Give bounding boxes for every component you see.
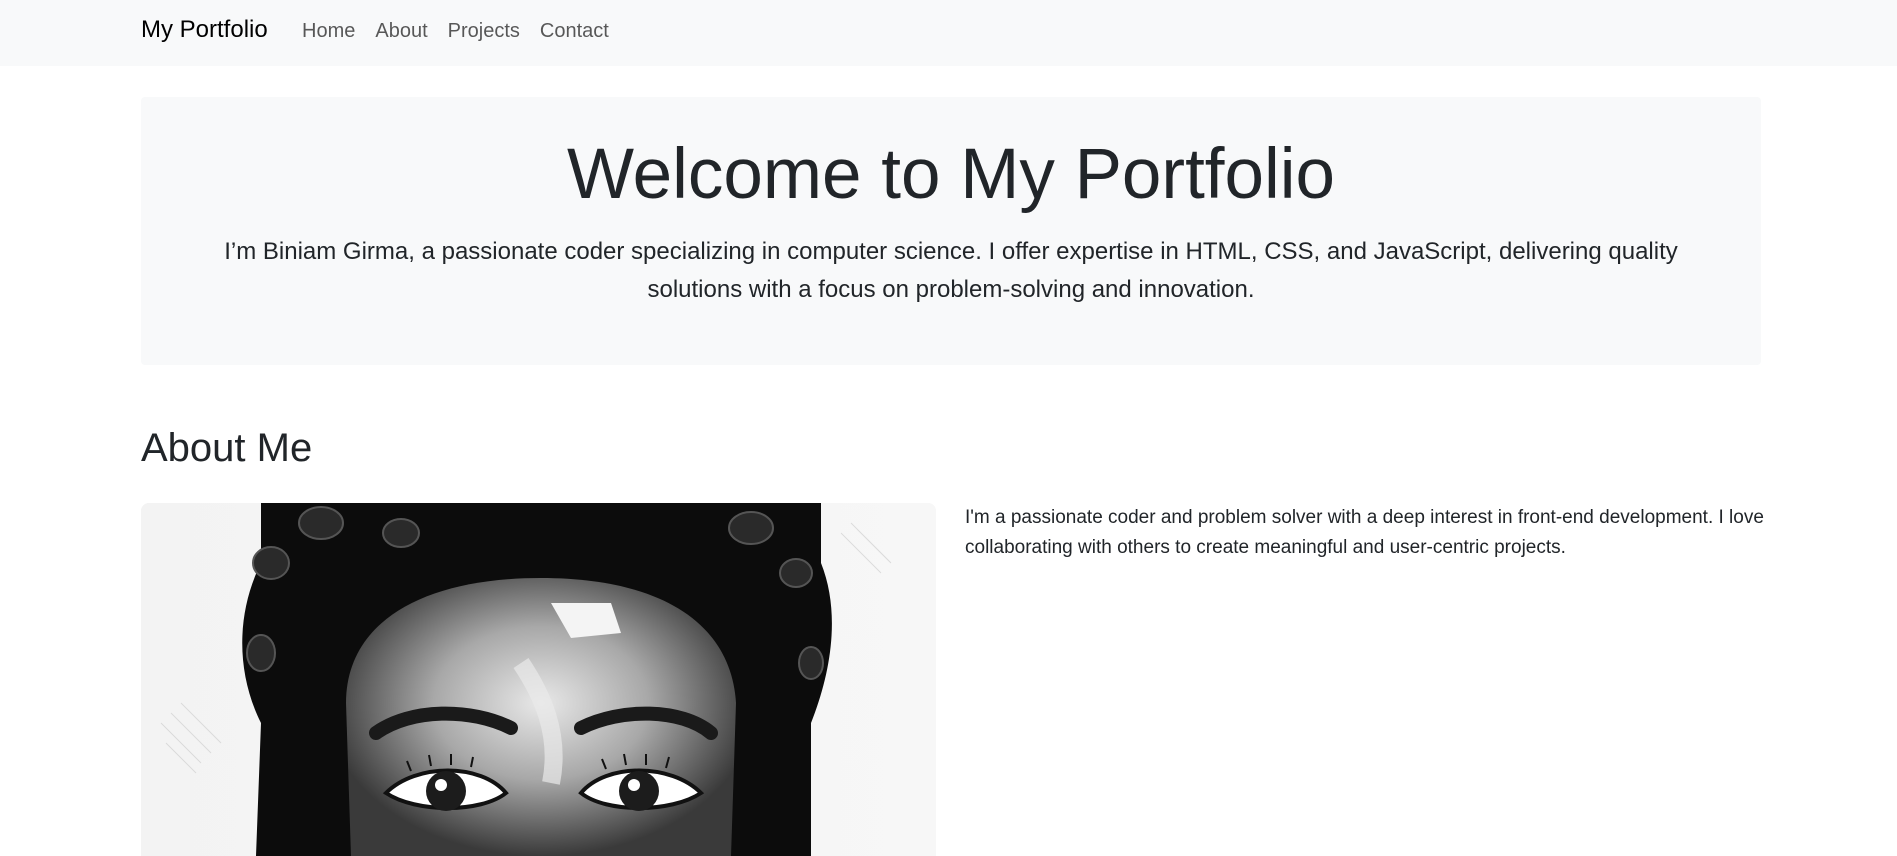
hero-title: Welcome to My Portfolio (566, 135, 1336, 214)
brand-link[interactable]: My Portfolio (141, 14, 268, 46)
about-title: About Me (141, 426, 313, 470)
nav-links: Home About Projects Contact (302, 18, 629, 44)
portrait-illustration-icon (141, 503, 936, 856)
portrait-photo (141, 503, 936, 856)
nav-link-projects[interactable]: Projects (448, 18, 520, 44)
hero-lead: I’m Biniam Girma, a passionate coder spe… (224, 238, 1678, 303)
about-text: I'm a passionate coder and problem solve… (965, 507, 1764, 558)
hero-section: Welcome to My Portfolio I’m Biniam Girma… (141, 97, 1761, 365)
nav-link-about[interactable]: About (375, 18, 427, 44)
nav-link-contact[interactable]: Contact (540, 18, 609, 44)
navbar: My Portfolio Home About Projects Contact (0, 0, 1897, 66)
nav-link-home[interactable]: Home (302, 18, 355, 44)
